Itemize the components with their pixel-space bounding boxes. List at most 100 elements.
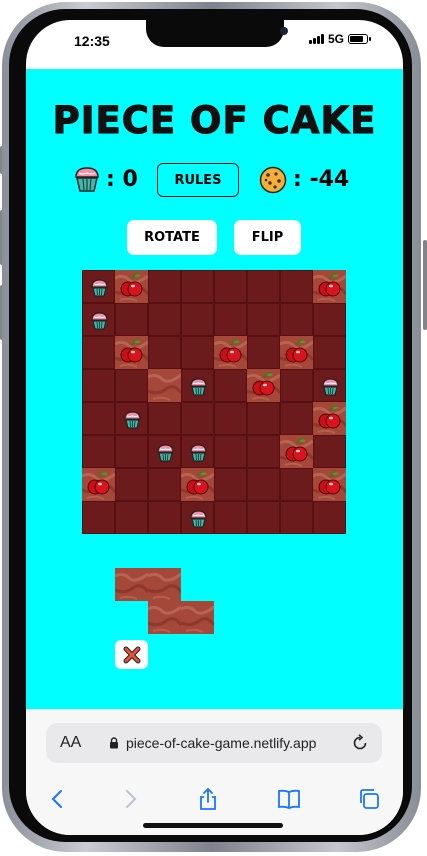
board-cell-empty[interactable] bbox=[115, 303, 148, 336]
board-cell-cupcake[interactable] bbox=[181, 501, 214, 534]
board-cell-empty[interactable] bbox=[247, 270, 280, 303]
board-cell-cherry-cake[interactable] bbox=[279, 336, 315, 369]
board-cell-cherry-cake[interactable] bbox=[312, 468, 348, 501]
board-cell-empty[interactable] bbox=[280, 369, 313, 402]
board-cell-empty[interactable] bbox=[181, 270, 214, 303]
board-cell-cupcake[interactable] bbox=[115, 402, 148, 435]
rotate-button[interactable]: ROTATE bbox=[127, 220, 217, 255]
board-cell-cherry-cake[interactable] bbox=[180, 468, 216, 501]
board-cell-empty[interactable] bbox=[214, 435, 247, 468]
board-cell-empty[interactable] bbox=[82, 336, 115, 369]
signal-icon bbox=[308, 34, 324, 44]
board-cell-empty[interactable] bbox=[313, 303, 346, 336]
board-cell-cupcake[interactable] bbox=[148, 435, 181, 468]
board-cell-cupcake[interactable] bbox=[82, 303, 115, 336]
board-cell-empty[interactable] bbox=[82, 435, 115, 468]
status-time: 12:35 bbox=[74, 33, 110, 49]
board-cell-empty[interactable] bbox=[280, 270, 313, 303]
cupcake-icon bbox=[75, 167, 99, 192]
board-cell-empty[interactable] bbox=[115, 369, 148, 402]
piece-cake-block[interactable] bbox=[180, 601, 216, 634]
piece-cake-block[interactable] bbox=[114, 568, 150, 601]
board-cell-empty[interactable] bbox=[214, 501, 247, 534]
board-cell-empty[interactable] bbox=[115, 468, 148, 501]
board-cell-empty[interactable] bbox=[214, 402, 247, 435]
board-cell-cherry-cake[interactable] bbox=[114, 270, 150, 303]
board-cell-empty[interactable] bbox=[247, 468, 280, 501]
home-indicator bbox=[143, 823, 283, 828]
board-cell-empty[interactable] bbox=[82, 369, 115, 402]
board-cell-empty[interactable] bbox=[247, 303, 280, 336]
game-app: PIECE OF CAKE : 0 RULES : -44 ROTATE FLI… bbox=[26, 69, 403, 709]
board-cell-cupcake[interactable] bbox=[313, 369, 346, 402]
forward-icon[interactable] bbox=[118, 787, 142, 811]
board-cell-empty[interactable] bbox=[148, 336, 181, 369]
share-icon[interactable] bbox=[196, 787, 220, 811]
board-cell-empty[interactable] bbox=[214, 468, 247, 501]
board-cell-cupcake[interactable] bbox=[181, 435, 214, 468]
board-cell-empty[interactable] bbox=[82, 501, 115, 534]
reload-icon[interactable] bbox=[350, 733, 370, 753]
board-cell-empty[interactable] bbox=[247, 435, 280, 468]
tabs-icon[interactable] bbox=[357, 787, 381, 811]
board-cell-empty[interactable] bbox=[148, 501, 181, 534]
board-cell-empty[interactable] bbox=[280, 501, 313, 534]
url-text: piece-of-cake-game.netlify.app bbox=[126, 735, 317, 751]
board-cell-empty[interactable] bbox=[181, 303, 214, 336]
cupcake-score: : 0 bbox=[106, 167, 138, 192]
battery-icon bbox=[348, 34, 371, 44]
back-icon[interactable] bbox=[46, 787, 70, 811]
board-cell-cherry-cake[interactable] bbox=[81, 468, 117, 501]
board-cell-empty[interactable] bbox=[280, 402, 313, 435]
board-cell-cupcake[interactable] bbox=[181, 369, 214, 402]
board-cell-cherry-cake[interactable] bbox=[312, 270, 348, 303]
piece-cake-block[interactable] bbox=[147, 601, 183, 634]
score-row: : 0 RULES : -44 bbox=[26, 163, 403, 199]
board-cell-empty[interactable] bbox=[313, 435, 346, 468]
board-cell-empty[interactable] bbox=[247, 501, 280, 534]
board-cell-cherry-cake[interactable] bbox=[279, 435, 315, 468]
board-cell-empty[interactable] bbox=[148, 303, 181, 336]
screen: 12:35 5G PIECE OF CAKE : 0 RULES: -44 R… bbox=[26, 20, 403, 835]
reader-aa-button[interactable]: AA bbox=[60, 734, 81, 752]
board-cell-empty[interactable] bbox=[181, 336, 214, 369]
current-piece[interactable] bbox=[114, 568, 216, 634]
board-cell-cherry-cake[interactable] bbox=[246, 369, 282, 402]
board-cell-empty[interactable] bbox=[115, 435, 148, 468]
board-cell-empty[interactable] bbox=[247, 402, 280, 435]
close-icon bbox=[123, 646, 140, 663]
board-cell-cupcake[interactable] bbox=[82, 270, 115, 303]
network-label: 5G bbox=[327, 32, 344, 46]
board-cell-empty[interactable] bbox=[280, 468, 313, 501]
piece-cake-block[interactable] bbox=[147, 568, 183, 601]
lock-icon bbox=[110, 737, 118, 749]
rules-button[interactable]: RULES bbox=[157, 163, 239, 197]
board-cell-empty[interactable] bbox=[148, 402, 181, 435]
board-cell-cherry-cake[interactable] bbox=[114, 336, 150, 369]
cookie-score: : -44 bbox=[293, 167, 350, 192]
board-cell-empty[interactable] bbox=[214, 303, 247, 336]
board-cell-empty[interactable] bbox=[214, 270, 247, 303]
browser-toolbar: AA piece-of-cake-game.netlify.app bbox=[26, 709, 403, 835]
notch bbox=[146, 20, 288, 47]
board-cell-empty[interactable] bbox=[313, 501, 346, 534]
address-bar[interactable]: AA piece-of-cake-game.netlify.app bbox=[46, 723, 382, 763]
board-cell-empty[interactable] bbox=[181, 402, 214, 435]
board-cell-empty[interactable] bbox=[280, 303, 313, 336]
game-board[interactable] bbox=[81, 270, 348, 534]
board-cell-empty[interactable] bbox=[313, 336, 346, 369]
board-cell-empty[interactable] bbox=[214, 369, 247, 402]
board-cell-empty[interactable] bbox=[247, 336, 280, 369]
board-cell-cake[interactable] bbox=[147, 369, 183, 402]
board-cell-cherry-cake[interactable] bbox=[213, 336, 249, 369]
cancel-button[interactable] bbox=[115, 640, 148, 669]
board-cell-empty[interactable] bbox=[115, 501, 148, 534]
board-cell-empty[interactable] bbox=[148, 270, 181, 303]
board-cell-empty[interactable] bbox=[148, 468, 181, 501]
bookmarks-icon[interactable] bbox=[277, 787, 301, 811]
board-cell-empty[interactable] bbox=[82, 402, 115, 435]
power-button bbox=[423, 240, 427, 330]
flip-button[interactable]: FLIP bbox=[234, 220, 301, 255]
board-cell-cherry-cake[interactable] bbox=[312, 402, 348, 435]
phone-device: 12:35 5G PIECE OF CAKE : 0 RULES: -44 R… bbox=[0, 0, 427, 856]
